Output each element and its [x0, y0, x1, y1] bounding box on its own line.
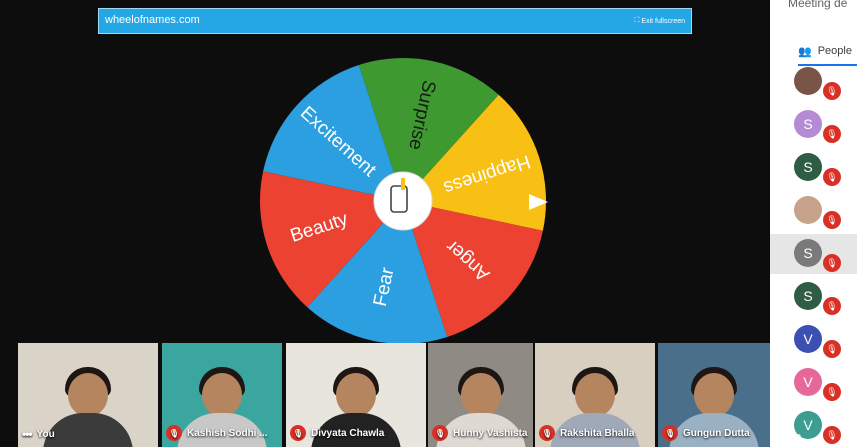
avatar [794, 196, 822, 224]
mic-off-icon: 🎙 [290, 425, 306, 441]
participant-row[interactable]: V 🎙 [770, 320, 857, 360]
video-strip: ••• You 🎙 Kashish Sodhi ... 🎙 Divyata Chawla 🎙… [18, 331, 770, 447]
video-tile[interactable]: 🎙 Divyata Chawla [286, 343, 426, 447]
participant-name-label: Gungun Dutta [683, 427, 750, 439]
people-panel: Meeting de 👥 People 🎙 S 🎙 S 🎙 🎙 S 🎙 S 🎙 V 🎙 V 🎙 V 🎙 [770, 0, 857, 447]
video-tile[interactable]: ••• You [18, 343, 158, 447]
participant-face [336, 373, 376, 417]
pencil-icon [401, 178, 405, 190]
video-tile[interactable]: 🎙 Hunny Vashista [428, 343, 533, 447]
avatar: S [794, 239, 822, 267]
chevron-up-icon[interactable]: ⌃ [794, 432, 803, 445]
mic-off-icon: 🎙 [166, 425, 182, 441]
help-icon[interactable]: ? [780, 432, 786, 445]
participant-row[interactable]: 🎙 [770, 62, 857, 102]
participant-name: ••• You [22, 427, 55, 441]
participant-face [460, 373, 501, 417]
browser-fullscreen-bar: wheelofnames.com ⛶ Exit fullscreen [98, 8, 692, 34]
participant-row[interactable]: S 🎙 [770, 234, 857, 274]
mic-off-icon: 🎙 [823, 254, 841, 272]
avatar: S [794, 110, 822, 138]
exit-fullscreen-button[interactable]: ⛶ Exit fullscreen [635, 17, 685, 25]
participant-name: 🎙 Kashish Sodhi ... [166, 425, 268, 441]
avatar: S [794, 153, 822, 181]
participant-name-label: You [36, 428, 55, 440]
mic-off-icon: 🎙 [539, 425, 555, 441]
participant-body [43, 413, 133, 447]
participant-row[interactable]: S 🎙 [770, 148, 857, 188]
participant-name: 🎙 Gungun Dutta [662, 425, 750, 441]
mic-off-icon: 🎙 [823, 168, 841, 186]
avatar [794, 67, 822, 95]
participant-name: 🎙 Hunny Vashista [432, 425, 527, 441]
participant-face [68, 373, 108, 417]
more-options-icon[interactable]: ••• [22, 427, 33, 441]
exit-fullscreen-label: Exit fullscreen [641, 17, 685, 25]
mic-off-icon: 🎙 [823, 426, 841, 444]
mic-off-icon: 🎙 [823, 340, 841, 358]
participant-name: 🎙 Divyata Chawla [290, 425, 384, 441]
participant-row[interactable]: S 🎙 [770, 277, 857, 317]
tab-people-label: People [817, 45, 852, 57]
video-tile[interactable]: 🎙 Kashish Sodhi ... [162, 343, 282, 447]
spinner-wheel[interactable]: SurpriseHappinessAngerFearBeautyExciteme… [258, 56, 558, 346]
video-tile[interactable]: 🎙 Gungun Dutta [658, 343, 770, 447]
participant-row[interactable]: S 🎙 [770, 105, 857, 145]
system-tray: ? ⌃ ☁ [780, 432, 822, 445]
mic-off-icon: 🎙 [823, 82, 841, 100]
mic-off-icon: 🎙 [823, 211, 841, 229]
mic-off-icon: 🎙 [823, 297, 841, 315]
participant-face [694, 373, 734, 417]
participant-name-label: Rakshita Bhalla [560, 427, 635, 439]
participant-face [575, 373, 615, 417]
participant-name-label: Divyata Chawla [311, 427, 385, 439]
avatar: V [794, 368, 822, 396]
participant-name-label: Kashish Sodhi ... [187, 427, 268, 439]
site-url: wheelofnames.com [105, 14, 200, 26]
participant-face [202, 373, 242, 417]
mic-off-icon: 🎙 [662, 425, 678, 441]
participant-row[interactable]: V 🎙 [770, 363, 857, 403]
mic-off-icon: 🎙 [432, 425, 448, 441]
people-icon: 👥 [798, 45, 812, 58]
participant-name: 🎙 Rakshita Bhalla [539, 425, 634, 441]
participant-name-label: Hunny Vashista [453, 427, 528, 439]
video-tile[interactable]: 🎙 Rakshita Bhalla [535, 343, 655, 447]
cloud-icon[interactable]: ☁ [811, 432, 822, 445]
mic-off-icon: 🎙 [823, 383, 841, 401]
avatar: V [794, 325, 822, 353]
fullscreen-icon: ⛶ [634, 17, 640, 24]
avatar: S [794, 282, 822, 310]
shared-screen: wheelofnames.com ⛶ Exit fullscreen Surpr… [0, 0, 770, 447]
mic-off-icon: 🎙 [823, 125, 841, 143]
participant-row[interactable]: 🎙 [770, 191, 857, 231]
panel-title: Meeting de [788, 0, 848, 10]
